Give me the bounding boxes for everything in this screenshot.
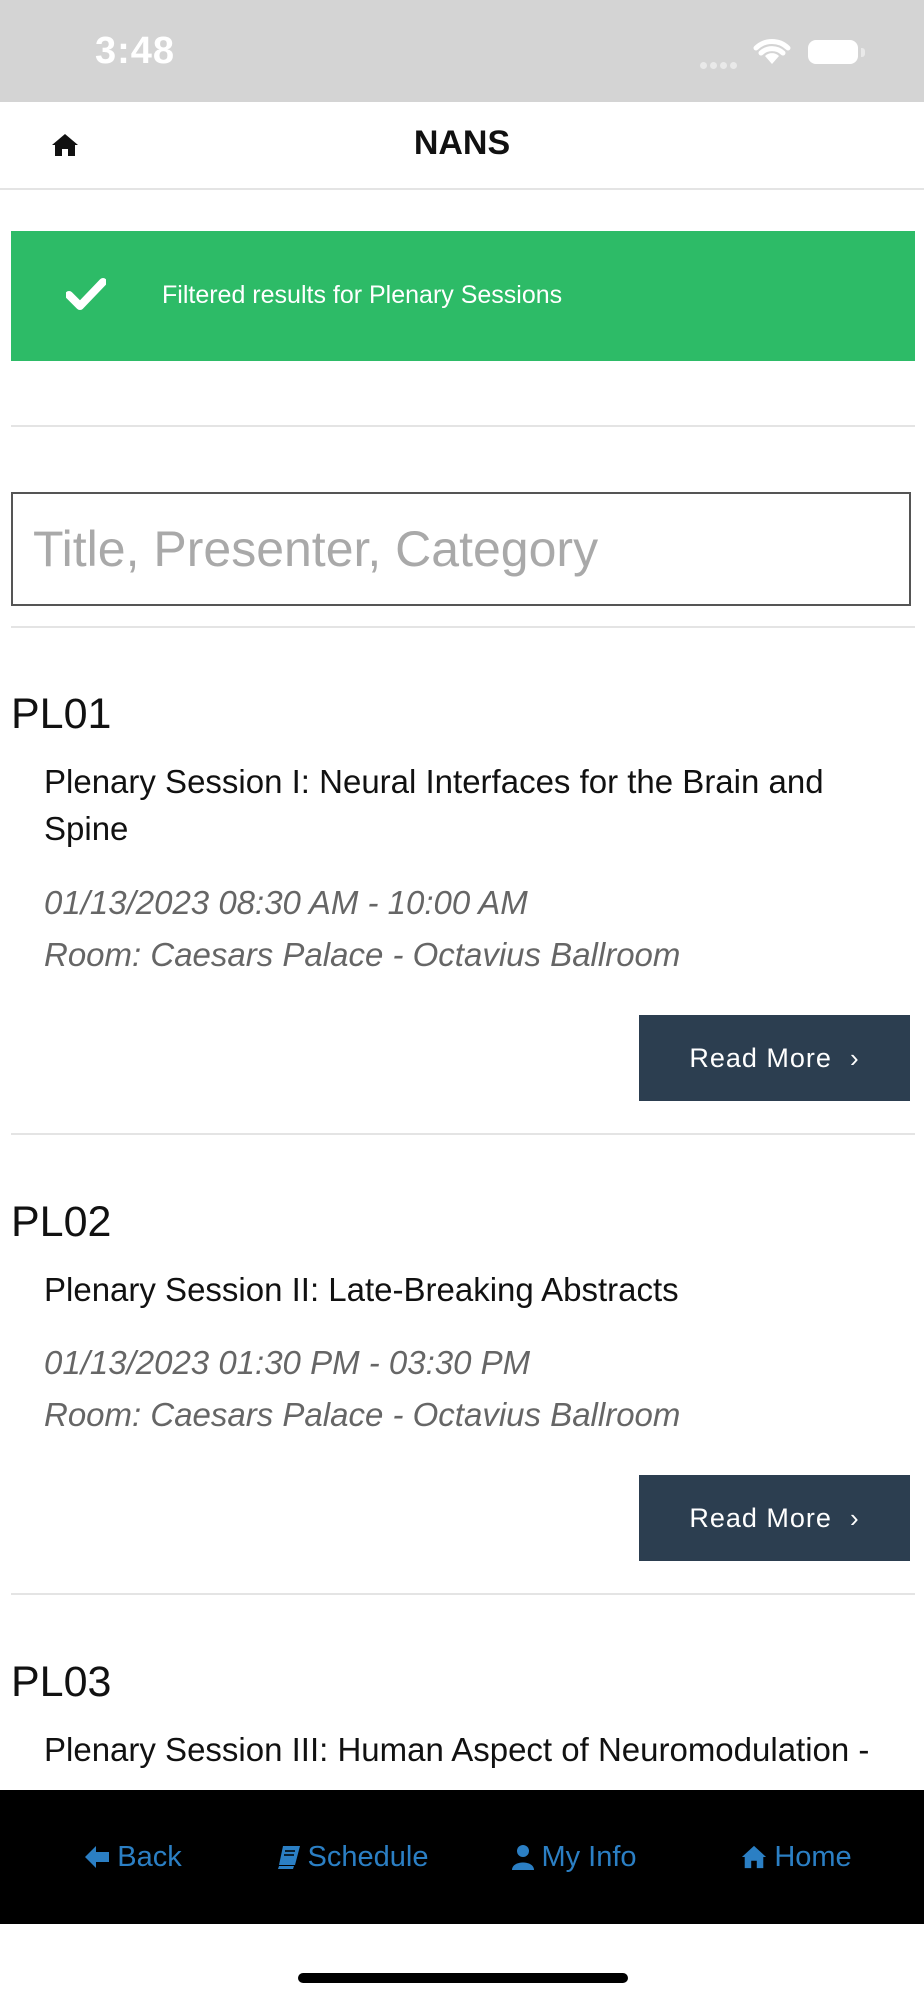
chevron-right-icon: › xyxy=(849,1042,860,1073)
read-more-label: Read More xyxy=(689,1502,832,1533)
session-title: Plenary Session I: Neural Interfaces for… xyxy=(44,763,824,847)
session-code: PL01 xyxy=(11,690,112,738)
book-icon xyxy=(277,1846,300,1869)
session-title: Plenary Session II: Late-Breaking Abstra… xyxy=(44,1271,679,1308)
bottom-tab-bar: Back Schedule My Info Home xyxy=(0,1790,924,1924)
session-title: Plenary Session III: Human Aspect of Neu… xyxy=(44,1731,870,1768)
tab-back-label: Back xyxy=(117,1840,182,1873)
tab-back[interactable]: Back xyxy=(40,1790,225,1924)
divider xyxy=(11,1133,915,1135)
user-icon xyxy=(512,1845,535,1870)
read-more-button[interactable]: Read More › xyxy=(639,1015,910,1101)
chevron-right-icon: › xyxy=(849,1502,860,1533)
divider xyxy=(11,1593,915,1595)
session-room: Room: Caesars Palace - Octavius Ballroom xyxy=(44,1396,681,1433)
divider xyxy=(11,425,915,427)
cellular-signal-icon xyxy=(700,56,740,74)
page-title: NANS xyxy=(413,124,511,162)
tab-home[interactable]: Home xyxy=(706,1790,886,1924)
session-datetime: 01/13/2023 08:30 AM - 10:00 AM xyxy=(44,884,528,921)
battery-icon xyxy=(808,40,865,64)
nav-bar: NANS xyxy=(0,102,924,190)
filter-alert: Filtered results for Plenary Sessions xyxy=(11,231,915,361)
tab-home-label: Home xyxy=(774,1840,852,1873)
tab-schedule[interactable]: Schedule xyxy=(262,1790,442,1924)
session-code: PL03 xyxy=(11,1658,112,1706)
checkmark-icon xyxy=(66,278,106,310)
alert-message: Filtered results for Plenary Sessions xyxy=(162,281,563,309)
search-input[interactable] xyxy=(11,492,911,606)
home-icon xyxy=(742,1845,767,1869)
session-room: Room: Caesars Palace - Octavius Ballroom xyxy=(44,936,681,973)
read-more-button[interactable]: Read More › xyxy=(639,1475,910,1561)
home-indicator[interactable] xyxy=(298,1973,628,1983)
read-more-label: Read More xyxy=(689,1042,832,1073)
wifi-icon xyxy=(753,39,791,64)
session-code: PL02 xyxy=(11,1198,112,1246)
tab-my-info-label: My Info xyxy=(541,1840,637,1873)
divider xyxy=(11,626,915,628)
arrow-left-icon xyxy=(85,1846,110,1868)
status-bar: 3:48 xyxy=(0,0,924,102)
status-time: 3:48 xyxy=(95,30,176,72)
tab-my-info[interactable]: My Info xyxy=(484,1790,664,1924)
tab-schedule-label: Schedule xyxy=(307,1840,429,1873)
session-datetime: 01/13/2023 01:30 PM - 03:30 PM xyxy=(44,1344,531,1381)
